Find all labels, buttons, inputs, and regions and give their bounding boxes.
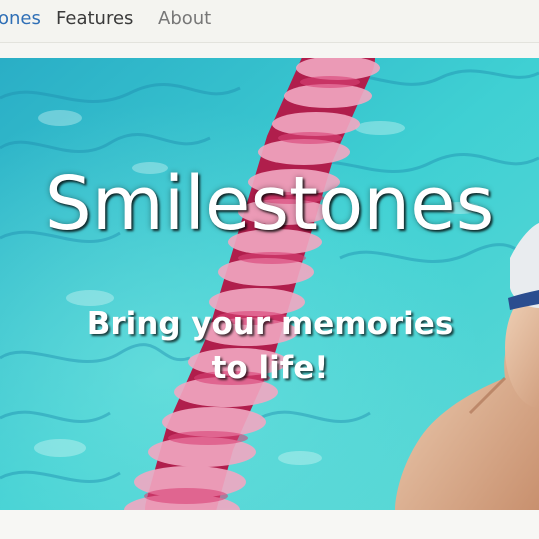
nav-link-home[interactable]: ones (0, 8, 41, 30)
page-background-strip (0, 510, 539, 539)
hero-background-image (0, 58, 539, 510)
hero-tagline-line1: Bring your memories (86, 306, 454, 342)
hero-title: Smilestones (44, 161, 495, 247)
nav-link-features[interactable]: Features (56, 8, 133, 30)
hero-tagline: Bring your memories to life! (70, 302, 470, 390)
navbar: ones Features About (0, 0, 539, 43)
nav-link-about[interactable]: About (158, 8, 211, 30)
hero-tagline-line2: to life! (211, 350, 329, 386)
hero-banner: Smilestones Bring your memories to life! (0, 58, 539, 510)
